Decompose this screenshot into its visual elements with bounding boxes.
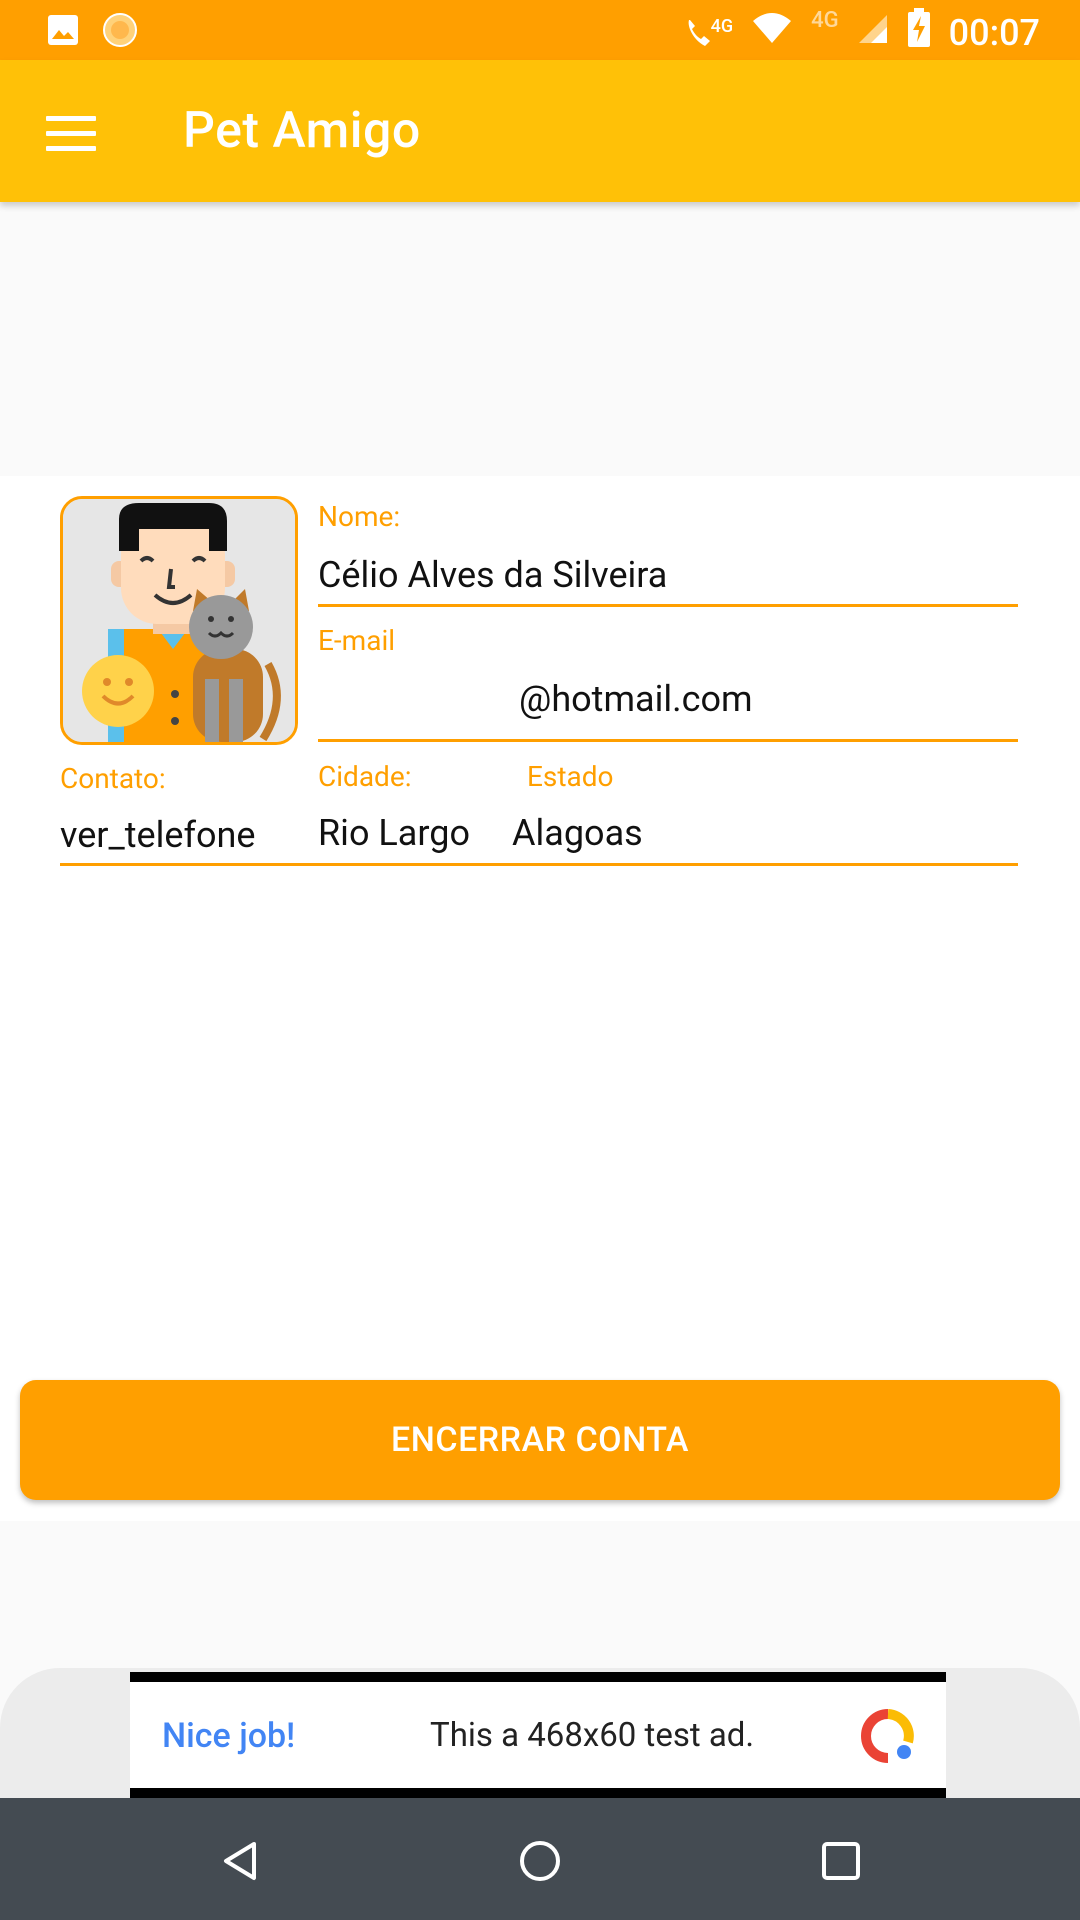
email-value: @hotmail.com	[519, 678, 753, 720]
avatar[interactable]	[60, 496, 298, 745]
contact-value[interactable]: ver_telefone	[60, 814, 255, 856]
ad-banner[interactable]: Nice job! This a 468x60 test ad.	[130, 1672, 946, 1798]
signal-icon	[857, 12, 889, 54]
clock: 00:07	[948, 11, 1040, 54]
status-bar: 4G 4G 00:07	[0, 0, 1080, 60]
name-underline	[318, 604, 1018, 607]
ad-logo-icon	[860, 1708, 916, 1764]
state-value: Alagoas	[512, 812, 643, 854]
close-account-button[interactable]: ENCERRAR CONTA	[20, 1380, 1060, 1500]
app-bar: Pet Amigo	[0, 60, 1080, 202]
app-title: Pet Amigo	[183, 102, 421, 160]
back-icon[interactable]	[218, 1838, 264, 1884]
contact-label: Contato:	[60, 762, 166, 795]
recents-icon[interactable]	[818, 1838, 864, 1884]
city-value: Rio Largo	[318, 812, 470, 854]
sun-icon	[102, 12, 138, 52]
name-label: Nome:	[318, 500, 401, 533]
ad-text: This a 468x60 test ad.	[430, 1716, 755, 1755]
state-label: Estado	[527, 760, 614, 793]
home-icon[interactable]	[517, 1838, 563, 1884]
city-label: Cidade:	[318, 760, 412, 793]
name-value: Célio Alves da Silveira	[318, 554, 668, 596]
location-underline	[60, 863, 1018, 866]
ad-nice-job: Nice job!	[162, 1716, 296, 1756]
wifi-icon	[751, 11, 793, 54]
navigation-bar	[0, 1798, 1080, 1920]
image-icon	[46, 13, 80, 51]
battery-charging-icon	[907, 8, 931, 57]
network-type-label: 4G	[811, 8, 839, 33]
email-underline	[318, 739, 1018, 742]
menu-icon[interactable]	[46, 116, 96, 152]
wifi-call-icon: 4G	[683, 16, 733, 50]
email-label: E-mail	[318, 624, 396, 657]
